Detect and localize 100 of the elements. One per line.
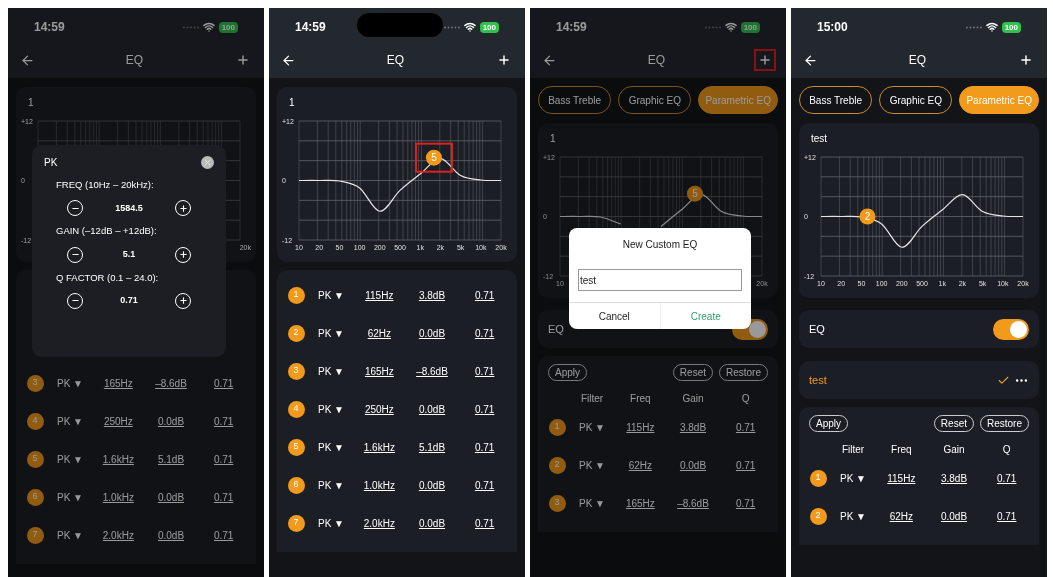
- band-number: 5: [287, 438, 305, 456]
- filter-dropdown[interactable]: PK ▼: [48, 527, 92, 543]
- q-value[interactable]: 0.71: [213, 489, 234, 505]
- filter-dropdown[interactable]: PK ▼: [309, 477, 353, 493]
- frequency-value[interactable]: 1.0kHz: [102, 489, 134, 505]
- gain-value[interactable]: 0.0dB: [157, 413, 185, 429]
- gain-value[interactable]: –8.6dB: [416, 363, 448, 379]
- filter-dropdown[interactable]: PK ▼: [570, 495, 614, 511]
- filter-dropdown[interactable]: PK ▼: [309, 325, 353, 341]
- filter-dropdown[interactable]: PK ▼: [570, 419, 614, 435]
- filter-dropdown[interactable]: PK ▼: [309, 401, 353, 417]
- cell-signal-icon: [443, 25, 460, 29]
- filter-dropdown[interactable]: PK ▼: [309, 363, 353, 379]
- frequency-value[interactable]: 250Hz: [364, 401, 394, 417]
- band-number: 6: [287, 476, 305, 494]
- gain-value[interactable]: 0.0dB: [418, 401, 446, 417]
- close-button[interactable]: [201, 156, 214, 169]
- band-number: 3: [548, 494, 566, 512]
- q-value[interactable]: 0.71: [735, 495, 756, 511]
- gain-value[interactable]: 0.0dB: [157, 527, 185, 543]
- frequency-value[interactable]: 1.6kHz: [102, 451, 134, 467]
- plus-icon: [178, 203, 188, 213]
- q-value[interactable]: 0.71: [474, 477, 495, 493]
- q-value[interactable]: 0.71: [213, 375, 234, 391]
- status-time: 14:59: [295, 19, 326, 36]
- battery-badge: 100: [740, 21, 760, 33]
- band-number: 6: [26, 488, 44, 506]
- battery-badge: 100: [479, 21, 499, 33]
- filter-dropdown[interactable]: PK ▼: [309, 439, 353, 455]
- frequency-value[interactable]: 2.0kHz: [363, 515, 395, 531]
- frequency-value[interactable]: 62Hz: [628, 457, 652, 473]
- q-value[interactable]: 0.71: [213, 527, 234, 543]
- preset-name: test: [809, 372, 827, 388]
- band-number: 2: [287, 324, 305, 342]
- column-header: Freq: [629, 391, 652, 406]
- dialog-button[interactable]: Cancel: [569, 303, 660, 329]
- gain-value[interactable]: –8.6dB: [155, 375, 187, 391]
- gain-value[interactable]: 5.1dB: [157, 451, 185, 467]
- frequency-value[interactable]: 62Hz: [367, 325, 391, 341]
- frequency-value[interactable]: 115Hz: [626, 419, 655, 435]
- battery-badge: 100: [218, 21, 238, 33]
- q-value[interactable]: 0.71: [474, 287, 495, 303]
- gain-value[interactable]: 0.0dB: [418, 515, 446, 531]
- eq-switch-label: EQ: [809, 321, 825, 337]
- frequency-value[interactable]: 62Hz: [889, 508, 913, 524]
- gain-value[interactable]: 0.0dB: [418, 325, 446, 341]
- q-value[interactable]: 0.71: [474, 363, 495, 379]
- dialog-title: PK: [44, 156, 58, 170]
- frequency-value[interactable]: 165Hz: [103, 375, 133, 391]
- q-value[interactable]: 0.71: [735, 419, 756, 435]
- preset-row[interactable]: test: [799, 361, 1039, 399]
- q-value[interactable]: 0.71: [213, 451, 234, 467]
- gain-value[interactable]: –8.6dB: [677, 495, 709, 511]
- frequency-value[interactable]: 1.6kHz: [363, 439, 395, 455]
- filter-dropdown[interactable]: PK ▼: [309, 515, 353, 531]
- q-value[interactable]: 0.71: [996, 470, 1017, 486]
- gain-value[interactable]: 0.0dB: [418, 477, 446, 493]
- q-value[interactable]: 0.71: [474, 439, 495, 455]
- filter-dropdown[interactable]: PK ▼: [48, 451, 92, 467]
- q-value[interactable]: 0.71: [213, 413, 234, 429]
- frequency-value[interactable]: 250Hz: [103, 413, 133, 429]
- back-arrow-icon: [281, 52, 296, 68]
- filter-dropdown[interactable]: PK ▼: [48, 413, 92, 429]
- column-header: Filter: [579, 391, 605, 406]
- name-input[interactable]: test: [578, 269, 742, 291]
- q-value[interactable]: 0.71: [474, 515, 495, 531]
- filter-dropdown[interactable]: PK ▼: [831, 508, 875, 524]
- q-value[interactable]: 0.71: [735, 457, 756, 473]
- dialog-button[interactable]: Create: [659, 303, 751, 329]
- parameter-value: 0.71: [119, 294, 139, 307]
- frequency-value[interactable]: 165Hz: [364, 363, 394, 379]
- frequency-value[interactable]: 1.0kHz: [363, 477, 395, 493]
- gain-value[interactable]: 0.0dB: [679, 457, 707, 473]
- filter-dropdown[interactable]: PK ▼: [309, 287, 353, 303]
- frequency-value[interactable]: 115Hz: [887, 470, 916, 486]
- band-number: 1: [548, 418, 566, 436]
- filter-dropdown[interactable]: PK ▼: [48, 375, 92, 391]
- gain-value[interactable]: 0.0dB: [157, 489, 185, 505]
- eq-toggle[interactable]: [993, 318, 1029, 340]
- q-value[interactable]: 0.71: [474, 325, 495, 341]
- filter-dropdown[interactable]: PK ▼: [570, 457, 614, 473]
- frequency-value[interactable]: 165Hz: [625, 495, 655, 511]
- column-header: Q: [740, 391, 751, 406]
- band-number: 3: [287, 362, 305, 380]
- graph-title: 1: [28, 96, 35, 110]
- frequency-value[interactable]: 115Hz: [365, 287, 394, 303]
- q-value[interactable]: 0.71: [996, 508, 1017, 524]
- gain-value[interactable]: 0.0dB: [940, 508, 968, 524]
- add-button[interactable]: [754, 49, 776, 71]
- gain-value[interactable]: 3.8dB: [679, 419, 707, 435]
- plus-icon: [178, 296, 188, 306]
- band-number: 4: [26, 412, 44, 430]
- q-value[interactable]: 0.71: [474, 401, 495, 417]
- plus-icon: [1019, 53, 1033, 67]
- filter-dropdown[interactable]: PK ▼: [831, 470, 875, 486]
- frequency-value[interactable]: 2.0kHz: [102, 527, 134, 543]
- gain-value[interactable]: 3.8dB: [940, 470, 968, 486]
- filter-dropdown[interactable]: PK ▼: [48, 489, 92, 505]
- gain-value[interactable]: 3.8dB: [418, 287, 446, 303]
- gain-value[interactable]: 5.1dB: [418, 439, 446, 455]
